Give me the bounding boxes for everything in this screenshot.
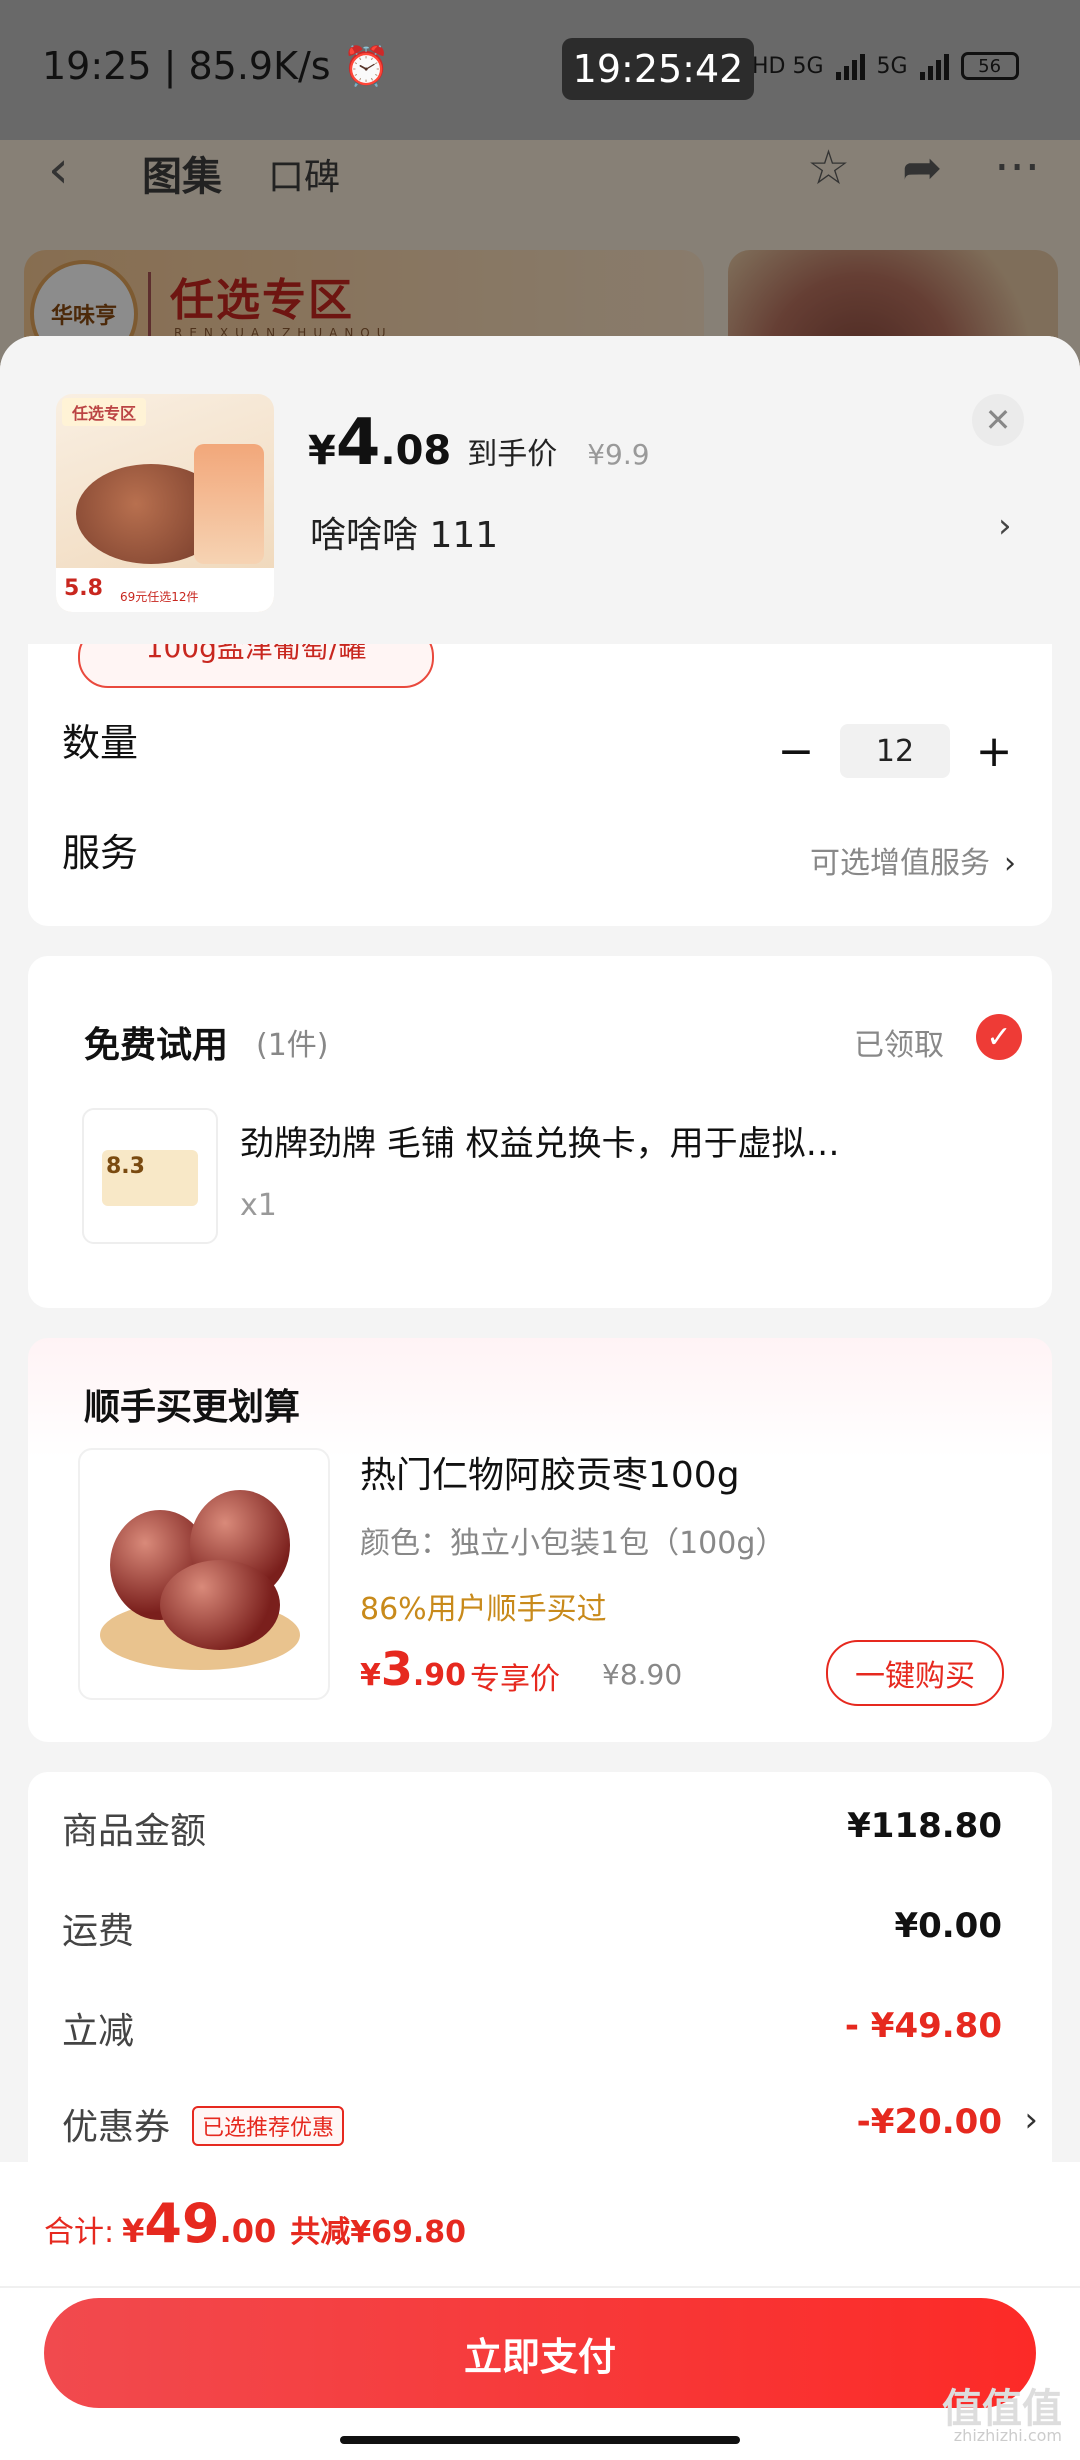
one-click-buy-button[interactable]: 一键购买: [826, 1640, 1004, 1706]
recommended-price-currency: ¥: [360, 1658, 381, 1693]
favorite-star-icon[interactable]: ☆: [807, 140, 850, 196]
pay-now-button[interactable]: 立即支付: [44, 2298, 1036, 2408]
recommendation-title: 顺手买更划算: [84, 1387, 301, 1428]
recommended-buy-rate: 86%用户顺手买过: [360, 1592, 607, 1627]
recommended-price-integer: 3: [380, 1642, 413, 1696]
free-trial-card: 免费试用 (1件) 已领取 ✓ 8.3 劲牌劲牌 毛铺 权益兑换卡，用于虚拟… …: [28, 956, 1052, 1308]
checkmark-icon[interactable]: ✓: [976, 1014, 1022, 1060]
network-label: HD 5G: [752, 53, 824, 79]
battery-icon: 56: [960, 52, 1019, 80]
summary-row-shipping: 运费 ¥0.00: [62, 1902, 1002, 1962]
total-decimal: .00: [219, 2212, 277, 2250]
watermark-url: zhizhizhi.com: [953, 2426, 1062, 2445]
image-promo: 69元任选12件: [120, 590, 199, 604]
quantity-minus-button[interactable]: −: [774, 726, 818, 777]
price-block: ¥ 4 .08 到手价 ¥9.9: [308, 406, 650, 480]
goods-amount-value: ¥118.80: [847, 1806, 1002, 1846]
price-decimal: .08: [380, 428, 452, 474]
summary-row-goods: 商品金额 ¥118.80: [62, 1802, 1002, 1862]
free-trial-title: 免费试用: [84, 1025, 229, 1066]
product-image-tag: 任选专区: [62, 398, 147, 426]
trial-item-name: 劲牌劲牌 毛铺 权益兑换卡，用于虚拟…: [240, 1124, 840, 1164]
tab-gallery[interactable]: 图集: [142, 144, 222, 202]
recommended-product-spec: 颜色：独立小包装1包（100g）: [360, 1526, 786, 1561]
total-label: 合计:: [44, 2215, 115, 2250]
date-graphic: [160, 1560, 280, 1650]
status-icons: HD 5G 5G 56: [752, 52, 1019, 80]
tab-reviews[interactable]: 口碑: [268, 148, 340, 200]
free-trial-status: 已领取: [854, 1028, 944, 1063]
service-value: 可选增值服务: [810, 846, 990, 881]
recommended-price: ¥ 3 .90: [360, 1642, 466, 1696]
nav-actions: ☆ ➦ ···: [807, 140, 1040, 196]
service-label: 服务: [62, 831, 139, 875]
purchase-sheet: 100g盐津葡萄/罐 数量 − 12 + 服务 可选增值服务 › 任选专区 5.8…: [0, 336, 1080, 2460]
chevron-right-icon: ›: [1004, 846, 1016, 881]
image-price: 5.8: [64, 576, 103, 601]
quantity-plus-button[interactable]: +: [972, 726, 1016, 777]
recommended-price-decimal: .90: [412, 1658, 467, 1693]
price-label: 到手价: [467, 437, 558, 472]
price-currency: ¥: [308, 428, 336, 474]
divider: [0, 2286, 1080, 2288]
add-on-recommendation-card: 顺手买更划算 热门仁物阿胶贡枣100g 颜色：独立小包装1包（100g） 86%…: [28, 1338, 1052, 1742]
total-line: 合计: ¥ 49 .00 共减¥69.80: [44, 2192, 466, 2255]
total-currency: ¥: [122, 2212, 145, 2250]
back-icon[interactable]: ‹: [48, 140, 69, 200]
close-button[interactable]: ✕: [972, 394, 1024, 446]
recommended-original-price: ¥8.90: [602, 1658, 683, 1691]
total-integer: 49: [144, 2192, 220, 2255]
product-photo-jar: [194, 444, 264, 564]
trial-card-graphic: 8.3: [102, 1150, 198, 1206]
summary-row-discount: 立减 - ¥49.80: [62, 2002, 1002, 2062]
checkout-bar: 合计: ¥ 49 .00 共减¥69.80 立即支付 值值值 zhizhizhi…: [0, 2162, 1080, 2460]
signal-icon: [835, 52, 865, 80]
discount-label: 立减: [62, 2011, 135, 2052]
service-selector[interactable]: 可选增值服务 ›: [810, 838, 1016, 882]
top-nav: ‹ 图集 口碑 ☆ ➦ ···: [0, 130, 1080, 210]
signal-icon-2: [919, 52, 949, 80]
chevron-right-icon[interactable]: ›: [1024, 2100, 1038, 2140]
quantity-label: 数量: [62, 721, 139, 765]
trial-item-quantity: x1: [240, 1188, 277, 1223]
product-image[interactable]: 任选专区 5.8 69元任选12件: [56, 394, 274, 612]
coupon-label: 优惠券: [62, 2107, 171, 2148]
status-time: 19:25 | 85.9K/s ⏰: [42, 44, 390, 88]
price-integer: 4: [335, 406, 381, 480]
shipping-label: 运费: [62, 1911, 135, 1952]
shipping-value: ¥0.00: [894, 1906, 1002, 1946]
recommended-price-label: 专享价: [470, 1662, 560, 1697]
share-icon[interactable]: ➦: [902, 140, 942, 196]
discount-value: - ¥49.80: [844, 2006, 1002, 2046]
original-price: ¥9.9: [587, 438, 650, 471]
quantity-stepper: − 12 +: [774, 724, 1016, 778]
product-image-price-strip: 5.8 69元任选12件: [56, 568, 274, 612]
selected-spec[interactable]: 啥啥啥 111: [310, 506, 498, 558]
product-header: 任选专区 5.8 69元任选12件 ¥ 4 .08 到手价 ¥9.9 ✕ 啥啥啥…: [0, 336, 1080, 644]
coupon-value: -¥20.00: [856, 2102, 1002, 2142]
status-clock: 19:25:42: [562, 38, 754, 100]
more-icon[interactable]: ···: [994, 140, 1040, 196]
recommended-product-image[interactable]: [78, 1448, 330, 1700]
coupon-badge: 已选推荐优惠: [192, 2106, 345, 2146]
goods-amount-label: 商品金额: [62, 1811, 207, 1852]
total-saved: 共减¥69.80: [290, 2215, 466, 2250]
network2-label: 5G: [876, 53, 908, 79]
recommended-product-name[interactable]: 热门仁物阿胶贡枣100g: [360, 1446, 740, 1498]
chevron-right-icon[interactable]: ›: [998, 506, 1012, 546]
home-indicator[interactable]: [340, 2436, 740, 2444]
quantity-input[interactable]: 12: [840, 724, 950, 778]
summary-row-coupon[interactable]: 优惠券 已选推荐优惠 -¥20.00 ›: [62, 2098, 1038, 2158]
free-trial-count: (1件): [256, 1028, 329, 1063]
trial-item-thumbnail: 8.3: [82, 1108, 218, 1244]
